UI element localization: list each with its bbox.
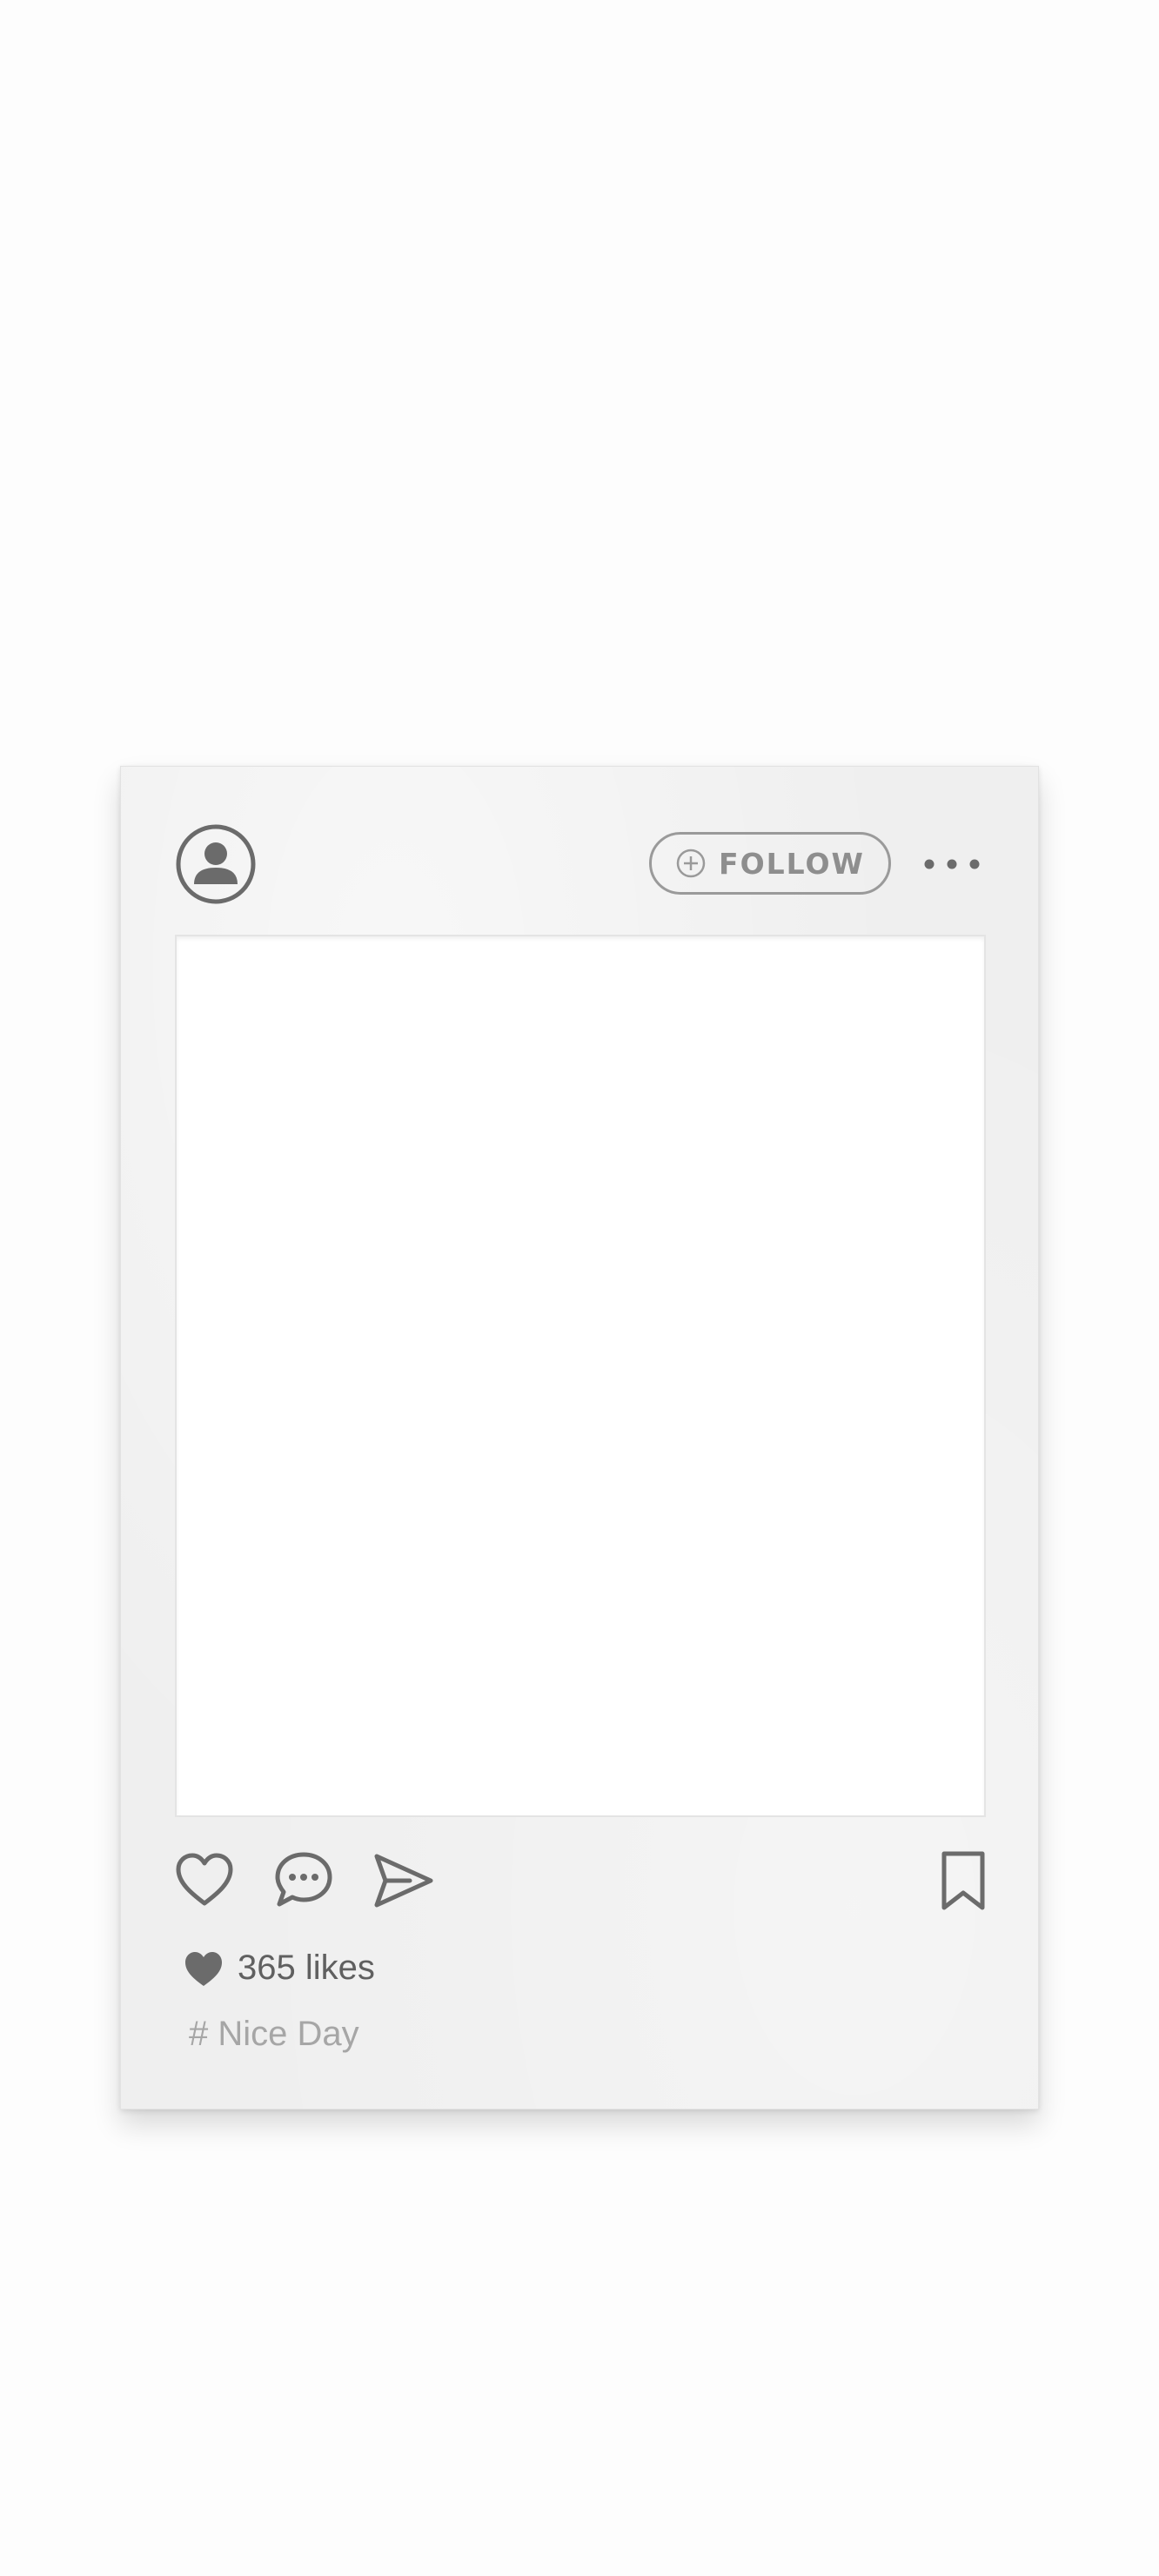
follow-label: FOLLOW [719, 846, 865, 881]
send-paper-plane-icon[interactable] [372, 1849, 434, 1912]
heart-filled-icon [185, 1951, 222, 1986]
bookmark-icon[interactable] [937, 1849, 989, 1912]
follow-button[interactable]: FOLLOW [649, 832, 891, 895]
comment-bubble-icon[interactable] [272, 1849, 335, 1912]
likes-count: 365 likes [238, 1949, 375, 1987]
heart-outline-icon[interactable] [173, 1849, 236, 1912]
avatar-icon[interactable] [175, 823, 257, 905]
likes-row: 365 likes [184, 1949, 375, 1988]
photo-area [175, 935, 986, 1817]
plus-circle-icon [676, 849, 706, 878]
more-dots-icon[interactable] [921, 851, 982, 877]
post-card: FOLLOW 365 likes # Nice Day [120, 766, 1039, 2110]
hashtag-caption[interactable]: # Nice Day [189, 2015, 359, 2054]
